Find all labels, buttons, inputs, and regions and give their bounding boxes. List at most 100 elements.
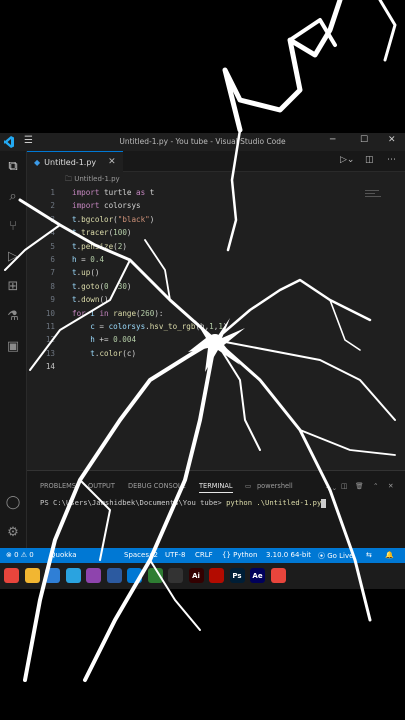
encoding-status[interactable]: UTF-8: [165, 551, 185, 559]
run-python-file-icon[interactable]: ▷⌄: [340, 155, 354, 165]
telegram-icon[interactable]: [65, 568, 81, 583]
code-line[interactable]: t.down(): [72, 295, 109, 304]
python-interpreter[interactable]: 3.10.0 64-bit: [266, 551, 311, 559]
code-line[interactable]: t.tracer(100): [72, 228, 131, 237]
code-token: for: [72, 308, 86, 318]
illustrator-icon[interactable]: Ai: [188, 568, 204, 583]
account-icon[interactable]: ◯: [4, 493, 22, 511]
photoshop-icon[interactable]: Ps: [229, 568, 245, 583]
tab-debug-console[interactable]: DEBUG CONSOLE: [128, 482, 186, 490]
code-token: i: [85, 308, 100, 318]
code-token: =: [94, 322, 109, 331]
bottom-panel: PROBLEMS OUTPUT DEBUG CONSOLE TERMINAL ▭…: [27, 470, 405, 549]
chrome-alt-icon[interactable]: [270, 568, 286, 583]
maximize-button[interactable]: ☐: [360, 135, 368, 145]
virtualbox-icon[interactable]: [106, 568, 122, 583]
new-terminal-icon[interactable]: ＋⌄: [325, 482, 337, 492]
line-number: 1: [50, 188, 55, 197]
code-line[interactable]: for i in range(260):: [72, 309, 163, 318]
code-line[interactable]: h += 0.004: [72, 335, 136, 344]
vlc-icon[interactable]: [86, 568, 101, 583]
code-token: =: [76, 255, 91, 264]
terminal-output[interactable]: PS C:\Users\Jamshidbek\Documents\You tub…: [40, 498, 327, 508]
minimap[interactable]: [365, 188, 385, 202]
split-terminal-icon[interactable]: ◫: [341, 482, 347, 490]
remote-explorer-icon[interactable]: ▣: [4, 337, 22, 355]
line-number: 8: [50, 281, 55, 291]
code-line[interactable]: t.color(c): [72, 349, 136, 358]
indentation-status[interactable]: Spaces: 2: [124, 551, 158, 559]
extensions-icon[interactable]: ⊞: [4, 277, 22, 295]
code-line[interactable]: h = 0.4: [72, 255, 104, 264]
tab-terminal[interactable]: TERMINAL: [199, 482, 233, 493]
eol-status[interactable]: CRLF: [195, 551, 213, 559]
code-token: ):: [154, 308, 164, 318]
tab-output[interactable]: OUTPUT: [88, 482, 115, 490]
code-token: ): [126, 228, 132, 238]
line-number: 7: [50, 268, 55, 278]
chrome-icon[interactable]: [4, 568, 19, 583]
vscode-icon[interactable]: [127, 568, 142, 583]
code-line[interactable]: import turtle as t: [72, 188, 154, 197]
code-editor[interactable]: 1 import turtle as t 2 import colorsys 3 t.bg…: [27, 186, 405, 470]
code-line[interactable]: t.goto(0 ,30): [72, 282, 132, 291]
explorer-icon[interactable]: ⧉: [4, 157, 22, 175]
terminal-icon[interactable]: [147, 568, 163, 583]
more-actions-icon[interactable]: ⋯: [387, 155, 396, 165]
terminal-name[interactable]: powershell: [257, 482, 293, 490]
code-token: color: [99, 348, 123, 358]
code-line[interactable]: t.pensize(2): [72, 242, 127, 251]
close-panel-icon[interactable]: ✕: [388, 482, 394, 490]
minimize-button[interactable]: ─: [330, 135, 335, 145]
tab-untitled-1[interactable]: ◆ Untitled-1.py ✕: [27, 151, 123, 172]
code-token: 30: [117, 281, 127, 291]
photos-icon[interactable]: [45, 568, 60, 583]
code-line[interactable]: c = colorsys.hsv_to_rgb(h,1,1): [72, 322, 227, 331]
acrobat-icon[interactable]: [209, 568, 224, 583]
code-token: h: [72, 335, 95, 345]
line-number: 13: [45, 348, 55, 358]
code-line[interactable]: t.up(): [72, 268, 99, 277]
line-number: 6: [50, 255, 55, 264]
code-token: ): [149, 214, 155, 224]
code-token: 260: [140, 308, 155, 318]
file-explorer-icon[interactable]: [24, 568, 40, 583]
search-icon[interactable]: ⌕: [4, 187, 22, 205]
tab-problems[interactable]: PROBLEMS: [40, 482, 76, 490]
run-debug-icon[interactable]: ▷: [4, 247, 22, 265]
code-token: ): [126, 281, 132, 291]
language-mode[interactable]: {} Python: [222, 551, 257, 559]
code-token: in: [99, 308, 109, 318]
feedback-icon[interactable]: ⇆: [366, 551, 372, 559]
problems-count[interactable]: ⊗ 0 ⚠ 0: [6, 551, 34, 559]
code-line[interactable]: t.bgcolor("black"): [72, 215, 154, 224]
notifications-icon[interactable]: 🔔: [385, 551, 394, 559]
split-editor-icon[interactable]: ◫: [365, 155, 374, 165]
maximize-panel-icon[interactable]: ⌃: [373, 482, 379, 490]
code-token: "black": [117, 214, 150, 224]
line-number: 10: [45, 308, 55, 318]
testing-icon[interactable]: ⚗: [4, 307, 22, 325]
kill-terminal-icon[interactable]: 🗑: [355, 482, 363, 490]
code-token: +=: [94, 335, 114, 345]
code-token: t: [72, 348, 95, 358]
after-effects-icon[interactable]: Ae: [250, 568, 265, 583]
terminal-prompt: PS C:\Users\Jamshidbek\Documents\You tub…: [40, 498, 227, 507]
code-token: hsv_to_rgb: [149, 322, 196, 331]
source-control-icon[interactable]: ⑂: [4, 217, 22, 235]
capcut-icon[interactable]: [168, 568, 183, 583]
go-live-button[interactable]: ⦿ Go Live: [318, 551, 353, 561]
settings-gear-icon[interactable]: ⚙: [4, 523, 22, 541]
line-number: 14: [45, 362, 55, 372]
quokka-status[interactable]: Quokka: [50, 551, 77, 559]
tab-close-icon[interactable]: ✕: [108, 157, 116, 167]
status-bar: ⊗ 0 ⚠ 0 Quokka Spaces: 2 UTF-8 CRLF {} P…: [0, 548, 405, 563]
code-line[interactable]: import colorsys: [72, 201, 141, 210]
breadcrumb-file[interactable]: 🗀 Untitled-1.py: [65, 175, 120, 186]
title-bar: ☰ Untitled-1.py - You tube - Visual Stud…: [0, 133, 405, 151]
code-token: goto: [81, 281, 100, 291]
close-window-button[interactable]: ✕: [388, 135, 396, 145]
line-number: 3: [50, 214, 55, 224]
code-token: as: [136, 188, 146, 197]
code-token: bgcolor: [81, 214, 114, 224]
